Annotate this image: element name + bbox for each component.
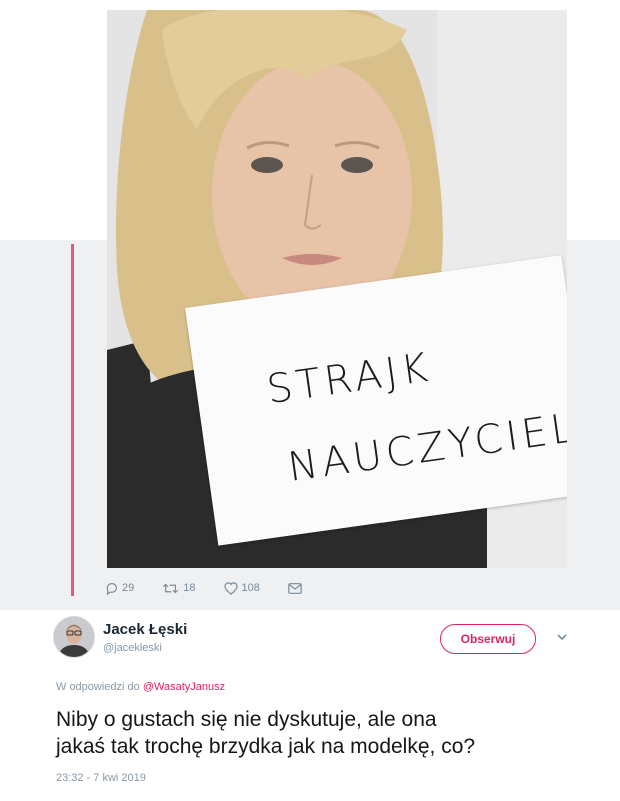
avatar-image bbox=[54, 617, 94, 657]
author-name[interactable]: Jacek Łęski bbox=[103, 621, 187, 638]
like-action[interactable]: 108 bbox=[223, 581, 260, 595]
tweet-text-line1: Niby o gustach się nie dyskutuje, ale on… bbox=[56, 708, 437, 731]
retweet-action[interactable]: 18 bbox=[162, 582, 196, 595]
tweet-text-line2: jakaś tak trochę brzydka jak na modelkę,… bbox=[56, 735, 476, 758]
like-count: 108 bbox=[241, 582, 260, 594]
tweet-actions: 29 18 108 bbox=[105, 576, 330, 600]
avatar[interactable] bbox=[53, 616, 95, 658]
tweet-timestamp[interactable]: 23:32 - 7 kwi 2019 bbox=[56, 772, 146, 784]
tweet-photo[interactable]: STRAJK NAUCZYCIELI bbox=[107, 10, 567, 568]
thread-line bbox=[71, 244, 74, 596]
chevron-down-icon[interactable] bbox=[555, 630, 569, 644]
reply-icon bbox=[106, 582, 117, 595]
dm-action[interactable] bbox=[288, 582, 302, 595]
reply-action[interactable]: 29 bbox=[105, 582, 134, 595]
follow-button[interactable]: Obserwuj bbox=[440, 624, 536, 654]
retweet-icon bbox=[163, 583, 179, 593]
replying-to: W odpowiedzi do @WasatyJanusz bbox=[56, 681, 225, 693]
tweet-text: Niby o gustach się nie dyskutuje, ale on… bbox=[56, 706, 596, 760]
retweet-count: 18 bbox=[183, 582, 196, 594]
replying-to-prefix: W odpowiedzi do bbox=[56, 681, 140, 693]
sign-text-line1: STRAJK bbox=[264, 344, 435, 414]
like-icon bbox=[223, 581, 238, 595]
replying-to-mention[interactable]: @WasatyJanusz bbox=[143, 681, 225, 693]
author-handle[interactable]: @jacekleski bbox=[103, 642, 162, 654]
reply-count: 29 bbox=[122, 582, 135, 594]
sign-text-line2: NAUCZYCIELI bbox=[285, 402, 567, 491]
dm-icon bbox=[288, 582, 302, 594]
